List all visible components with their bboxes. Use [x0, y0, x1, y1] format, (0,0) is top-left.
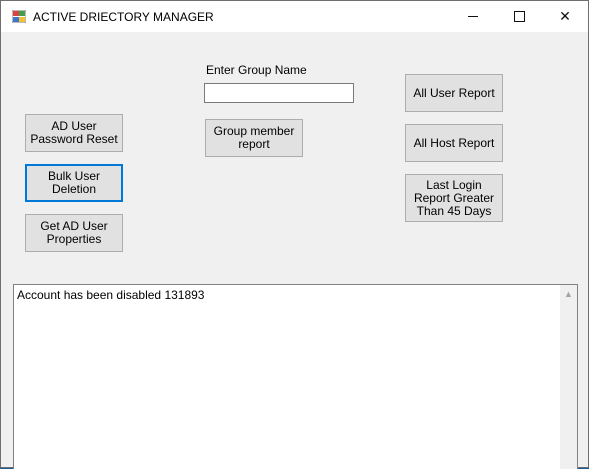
close-button[interactable]: ✕: [542, 1, 588, 32]
get-properties-button[interactable]: Get AD User Properties: [25, 214, 123, 252]
minimize-button[interactable]: [450, 1, 496, 32]
last-login-report-button[interactable]: Last Login Report Greater Than 45 Days: [405, 174, 503, 222]
all-user-report-button[interactable]: All User Report: [405, 74, 503, 112]
output-textbox[interactable]: Account has been disabled 131893 ▲: [13, 284, 578, 469]
maximize-icon: [513, 11, 525, 22]
group-name-label: Enter Group Name: [206, 63, 307, 77]
all-host-report-button[interactable]: All Host Report: [405, 124, 503, 162]
maximize-button[interactable]: [496, 1, 542, 32]
title-bar[interactable]: ACTIVE DRIECTORY MANAGER ✕: [1, 1, 588, 32]
app-icon: [12, 10, 26, 23]
group-member-report-button[interactable]: Group member report: [205, 119, 303, 157]
minimize-icon: [468, 16, 478, 17]
window-title: ACTIVE DRIECTORY MANAGER: [33, 10, 214, 24]
group-name-input[interactable]: [204, 83, 354, 103]
scroll-up-icon[interactable]: ▲: [560, 285, 577, 302]
password-reset-button[interactable]: AD User Password Reset: [25, 114, 123, 152]
bulk-delete-button[interactable]: Bulk User Deletion: [25, 164, 123, 202]
vertical-scrollbar[interactable]: ▲: [560, 285, 577, 469]
output-text: Account has been disabled 131893: [17, 288, 205, 302]
main-window: ACTIVE DRIECTORY MANAGER ✕ AD User Passw…: [0, 0, 589, 469]
close-icon: ✕: [559, 8, 571, 24]
